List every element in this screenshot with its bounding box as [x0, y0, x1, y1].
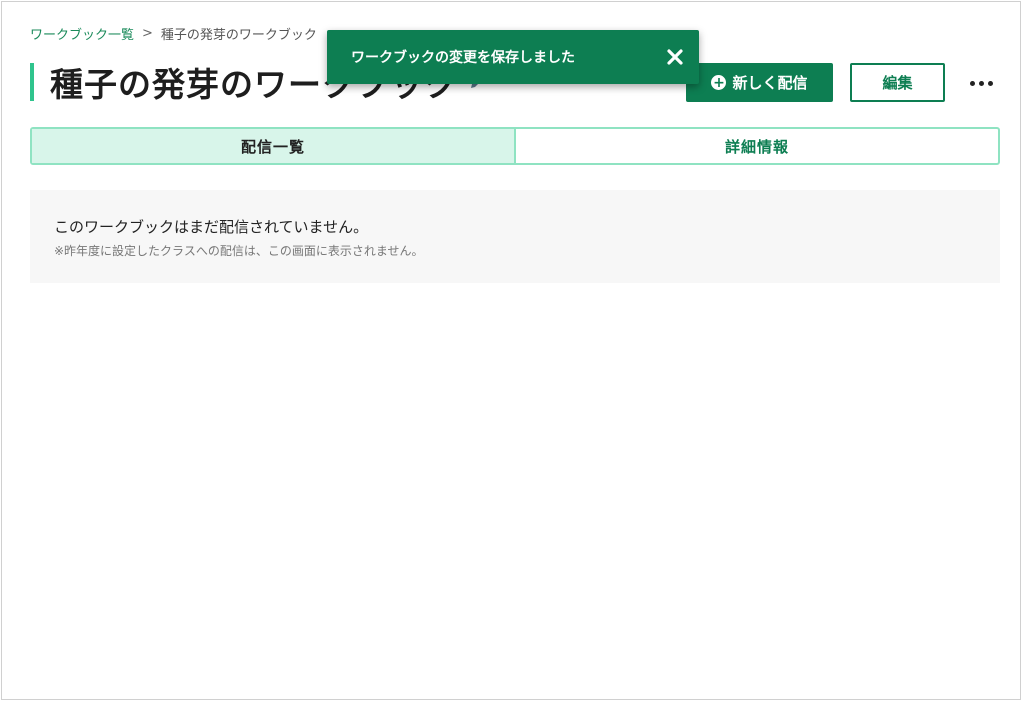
save-toast: ワークブックの変更を保存しました [327, 30, 699, 84]
new-distribution-label: 新しく配信 [732, 74, 808, 92]
more-dot [978, 80, 984, 86]
plus-circle-icon: + [711, 74, 727, 91]
more-dot [987, 80, 993, 86]
close-icon[interactable] [665, 47, 685, 67]
tab-distribution-list[interactable]: 配信一覧 [32, 129, 516, 163]
breadcrumb: ワークブック一覧 > 種子の発芽のワークブック [30, 24, 317, 43]
breadcrumb-workbook-list-link[interactable]: ワークブック一覧 [30, 24, 134, 43]
page-frame: ワークブック一覧 > 種子の発芽のワークブック 種子の発芽のワークブック + 新… [1, 1, 1021, 700]
more-horizontal-icon[interactable] [964, 72, 998, 94]
breadcrumb-current: 種子の発芽のワークブック [160, 28, 317, 43]
breadcrumb-separator: > [142, 26, 153, 41]
tab-bar: 配信一覧 詳細情報 [30, 127, 1000, 165]
new-distribution-button[interactable]: + 新しく配信 [686, 63, 833, 102]
edit-button[interactable]: 編集 [850, 63, 945, 102]
empty-state-panel: このワークブックはまだ配信されていません。 ※昨年度に設定したクラスへの配信は、… [30, 190, 1000, 283]
empty-state-message: このワークブックはまだ配信されていません。 [54, 218, 369, 236]
tab-details[interactable]: 詳細情報 [516, 129, 998, 163]
more-dot [969, 80, 975, 86]
empty-state-note: ※昨年度に設定したクラスへの配信は、この画面に表示されません。 [54, 244, 424, 258]
toast-message: ワークブックの変更を保存しました [351, 50, 575, 66]
